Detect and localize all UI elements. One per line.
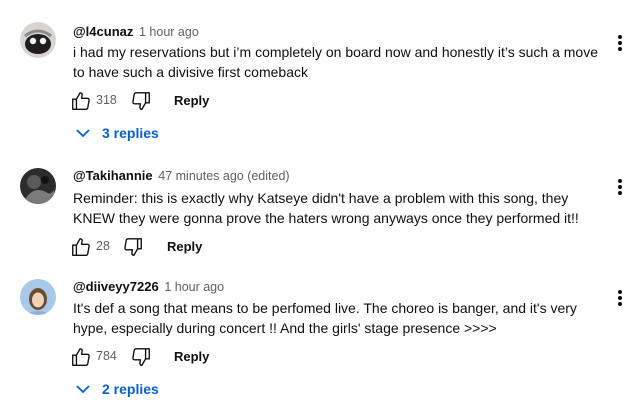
more-vert-icon[interactable] [612,32,628,54]
thumbs-up-icon[interactable] [70,346,92,368]
timestamp[interactable]: 1 hour ago [164,280,224,294]
comment-header: @diiveyy7226 1 hour ago [73,279,224,295]
view-replies-button[interactable]: 3 replies [76,124,176,144]
replies-label: 3 replies [102,125,159,141]
author-name[interactable]: @diiveyy7226 [73,279,159,294]
like-count: 784 [96,349,117,363]
author-name[interactable]: @Takihannie [73,168,153,183]
like-count: 28 [96,239,110,253]
chevron-down-icon [76,129,90,138]
comment-header: @l4cunaz 1 hour ago [73,24,199,40]
timestamp[interactable]: 1 hour ago [139,25,199,39]
thumbs-down-icon[interactable] [130,346,152,368]
comment-header: @Takihannie 47 minutes ago (edited) [73,168,290,184]
author-name[interactable]: @l4cunaz [73,24,133,39]
view-replies-button[interactable]: 2 replies [76,380,176,400]
thumbs-up-icon[interactable] [70,236,92,258]
avatar[interactable] [20,168,56,204]
chevron-down-icon [76,385,90,394]
reply-button[interactable]: Reply [174,349,209,364]
comment-actions: 784 Reply [70,346,270,368]
avatar[interactable] [20,279,56,315]
avatar[interactable] [20,22,56,58]
timestamp[interactable]: 47 minutes ago (edited) [158,169,289,183]
comment-text: i had my reservations but i’m completely… [73,44,599,80]
comment-actions: 28 Reply [70,236,270,258]
like-count: 318 [96,93,117,107]
reply-button[interactable]: Reply [174,93,209,108]
comment-text: It's def a song that means to be perfome… [73,300,577,336]
more-vert-icon[interactable] [612,287,628,309]
reply-button[interactable]: Reply [167,239,202,254]
thumbs-down-icon[interactable] [122,236,144,258]
thumbs-up-icon[interactable] [70,90,92,112]
replies-label: 2 replies [102,381,159,397]
comment-actions: 318 Reply [70,90,270,112]
thumbs-down-icon[interactable] [130,90,152,112]
more-vert-icon[interactable] [612,176,628,198]
comment-text: Reminder: this is exactly why Katseye di… [73,190,579,226]
